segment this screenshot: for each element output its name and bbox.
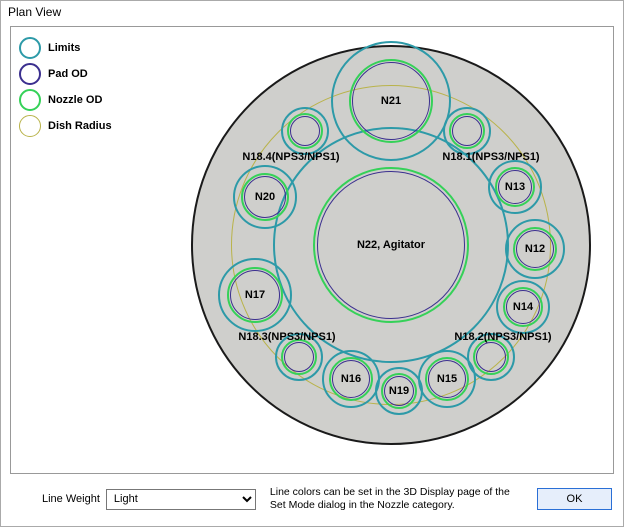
nozzle-label-N13: N13 [505,181,525,193]
window-title: Plan View [1,1,623,23]
nozzle-padod-N18.3 [284,342,314,372]
agitator-label: N22, Agitator [357,239,425,251]
footer: Line Weight Light Line colors can be set… [10,480,614,518]
nozzle-label-N18.3: N18.3(NPS3/NPS1) [238,331,335,343]
nozzle-padod-N18.2 [476,342,506,372]
nozzle-label-N18.4: N18.4(NPS3/NPS1) [242,151,339,163]
nozzle-label-N20: N20 [255,191,275,203]
nozzle-label-N21: N21 [381,95,401,107]
nozzle-padod-N18.1 [452,116,482,146]
nozzle-padod-N18.4 [290,116,320,146]
plan-view-window: Plan View LimitsPad ODNozzle ODDish Radi… [0,0,624,527]
nozzle-label-N17: N17 [245,289,265,301]
footer-hint: Line colors can be set in the 3D Display… [270,486,523,511]
nozzle-label-N12: N12 [525,243,545,255]
plan-canvas: N22, AgitatorN21N18.4(NPS3/NPS1)N18.1(NP… [11,27,613,473]
plan-panel: LimitsPad ODNozzle ODDish Radius N22, Ag… [10,26,614,474]
nozzle-label-N14: N14 [513,301,533,313]
nozzle-label-N18.2: N18.2(NPS3/NPS1) [454,331,551,343]
line-weight-select[interactable]: Light [106,489,256,510]
nozzle-label-N15: N15 [437,373,457,385]
nozzle-label-N19: N19 [389,385,409,397]
ok-button[interactable]: OK [537,488,612,510]
line-weight-label: Line Weight [42,493,100,505]
nozzle-label-N16: N16 [341,373,361,385]
